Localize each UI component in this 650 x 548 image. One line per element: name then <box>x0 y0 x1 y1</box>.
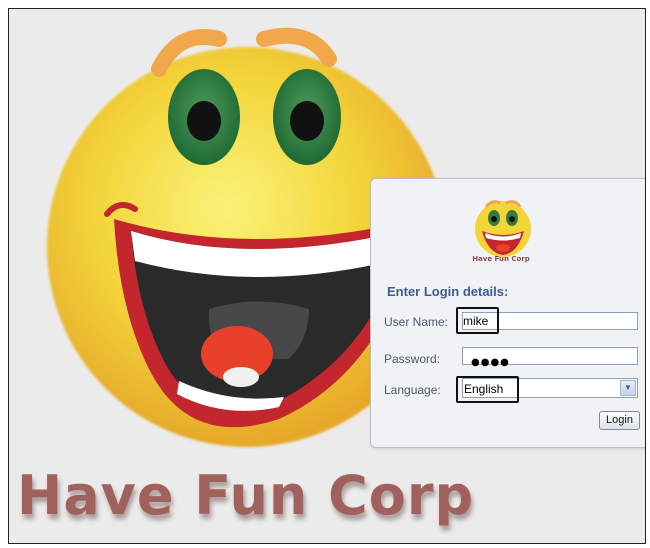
screenshot-frame: Have Fun Corp Have Fun Corp Enter Login … <box>8 8 646 544</box>
language-label: Language: <box>384 383 441 397</box>
username-label: User Name: <box>384 315 449 329</box>
login-button[interactable]: Login <box>599 411 640 430</box>
password-label: Password: <box>384 352 441 366</box>
login-panel: Have Fun Corp Enter Login details: User … <box>370 178 645 448</box>
login-heading: Enter Login details: <box>387 284 509 299</box>
username-value: mike <box>463 314 489 328</box>
brand-text: Have Fun Corp <box>17 464 475 527</box>
password-mask: ●●●● <box>471 357 510 368</box>
username-input[interactable] <box>462 312 638 330</box>
chevron-down-icon[interactable]: ▼ <box>620 380 636 396</box>
logo-icon <box>475 200 531 257</box>
logo-caption: Have Fun Corp <box>472 255 530 263</box>
language-selected-value: English <box>464 382 504 396</box>
